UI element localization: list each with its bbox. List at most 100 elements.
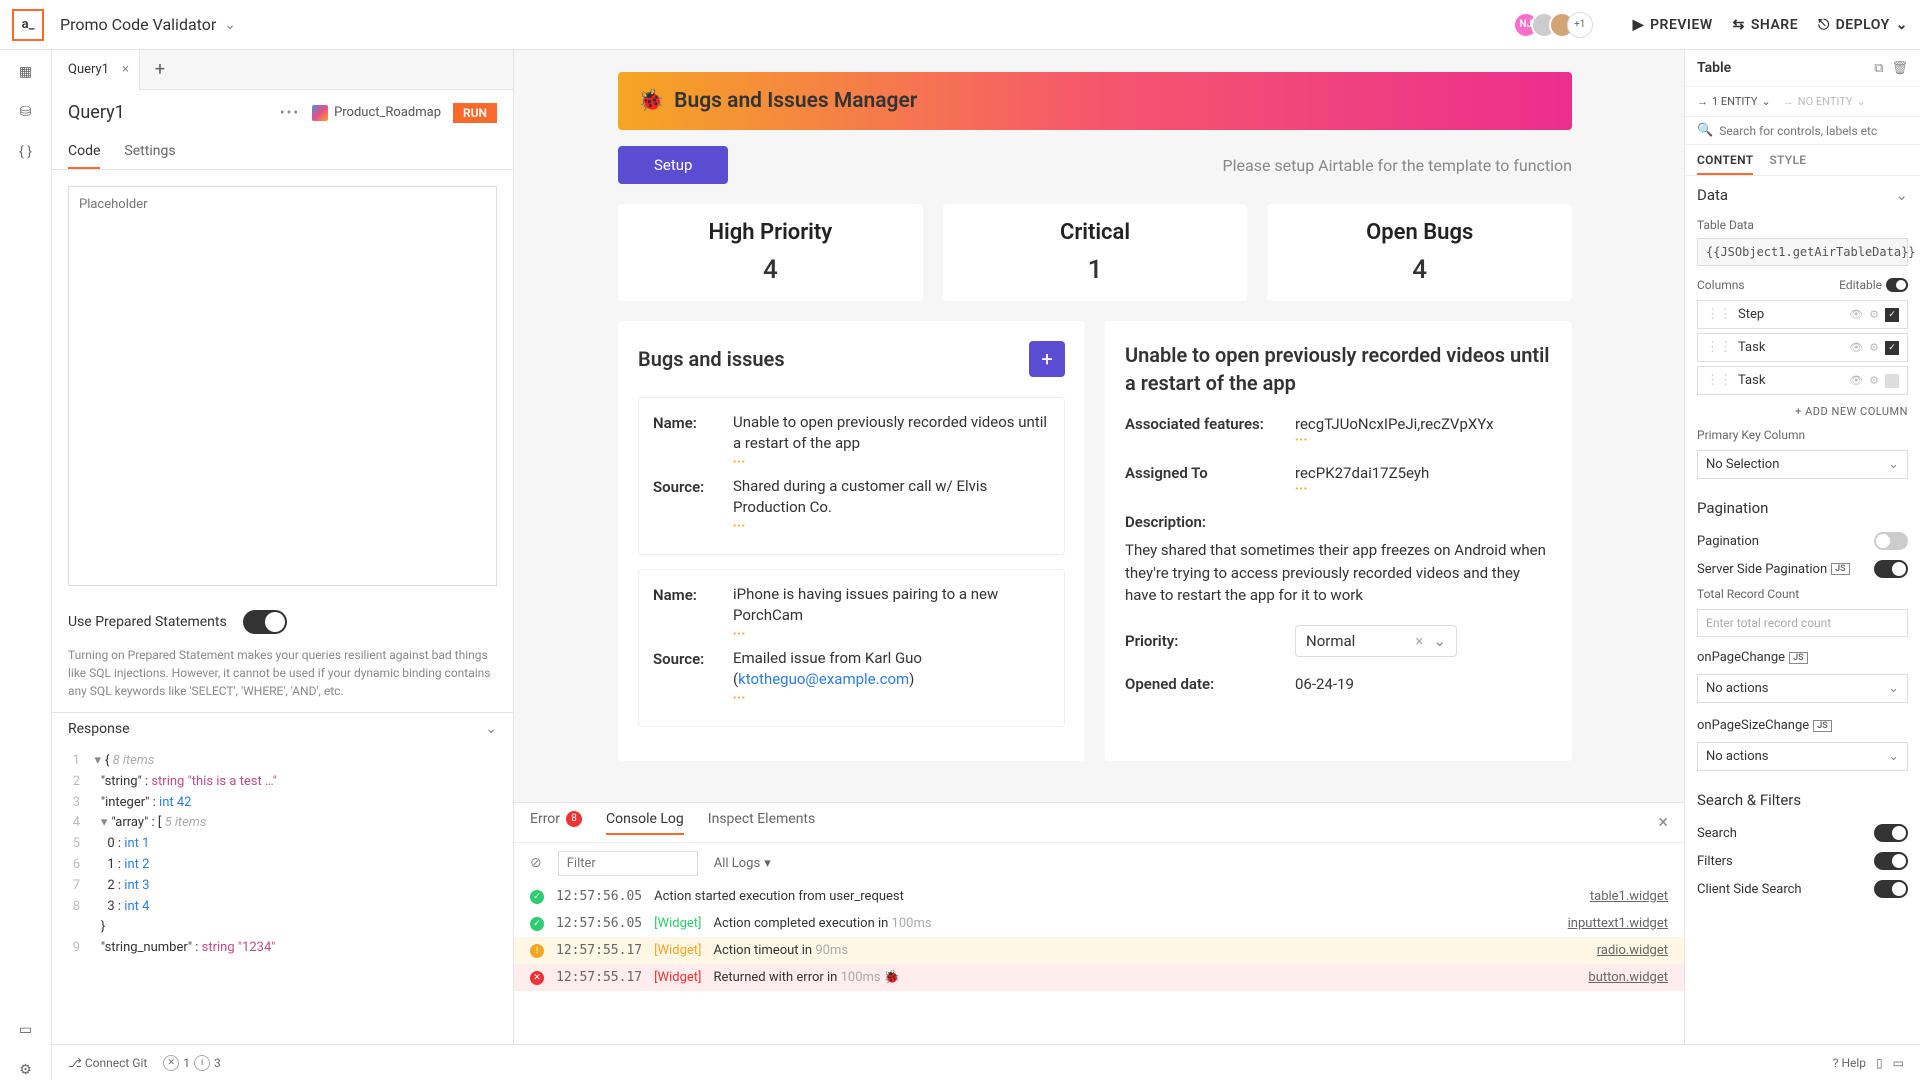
- run-button[interactable]: RUN: [453, 103, 497, 123]
- left-rail: ▦ ⛁ { } ▭ ⚙: [0, 50, 52, 1080]
- trc-input[interactable]: Enter total record count: [1697, 609, 1908, 637]
- priority-select[interactable]: Normal × ⌄: [1295, 625, 1457, 657]
- search-toggle[interactable]: [1874, 824, 1908, 842]
- add-issue-button[interactable]: +: [1029, 341, 1065, 377]
- log-source-link[interactable]: table1.widget: [1590, 889, 1668, 904]
- bug-emoji: 🐞: [638, 89, 664, 113]
- prepared-toggle[interactable]: [243, 610, 287, 634]
- stat-value: 1: [959, 255, 1232, 285]
- settings-tab[interactable]: Settings: [124, 135, 175, 169]
- setup-button[interactable]: Setup: [618, 146, 728, 184]
- clear-icon[interactable]: ⊘: [530, 855, 542, 871]
- log-source-link[interactable]: inputtext1.widget: [1568, 916, 1668, 931]
- response-header[interactable]: Response ⌄: [52, 712, 513, 745]
- add-tab-button[interactable]: +: [140, 50, 180, 90]
- eye-icon[interactable]: 👁: [1849, 374, 1863, 387]
- docs-icon[interactable]: ▭: [16, 1020, 36, 1040]
- page-icon[interactable]: ▦: [16, 62, 36, 82]
- pagination-section[interactable]: Pagination: [1685, 489, 1920, 527]
- app-menu-chevron[interactable]: ⌄: [224, 17, 236, 33]
- avatar-stack: NJ +1: [1521, 12, 1593, 38]
- issue-item[interactable]: Name:iPhone is having issues pairing to …: [638, 569, 1065, 727]
- status-bar: ⎇ Connect Git ✕1 i3 ? Help ▯ ▭: [52, 1044, 1920, 1080]
- data-section[interactable]: Data⌄: [1685, 176, 1920, 214]
- deploy-button[interactable]: ⎋ DEPLOY ⌄: [1818, 17, 1908, 33]
- gear-icon[interactable]: ⚙: [1869, 308, 1879, 321]
- log-source-link[interactable]: button.widget: [1588, 970, 1668, 985]
- drag-handle-icon[interactable]: ⋮⋮: [1706, 307, 1732, 322]
- log-source-link[interactable]: radio.widget: [1597, 943, 1668, 958]
- editable-toggle[interactable]: [1886, 278, 1908, 292]
- pagination-toggle[interactable]: [1874, 532, 1908, 550]
- ssp-toggle[interactable]: [1874, 560, 1908, 578]
- query-title: Query1: [68, 102, 268, 123]
- pk-select[interactable]: No Selection⌄: [1697, 450, 1908, 479]
- style-tab[interactable]: STYLE: [1769, 153, 1806, 175]
- eye-icon[interactable]: 👁: [1849, 341, 1863, 354]
- app-name: Promo Code Validator: [60, 15, 216, 34]
- column-check[interactable]: ✓: [1885, 341, 1899, 355]
- close-icon[interactable]: ×: [1658, 812, 1668, 833]
- gear-icon[interactable]: ⚙: [1869, 341, 1879, 354]
- copy-icon[interactable]: ⧉: [1874, 61, 1883, 76]
- eye-icon[interactable]: 👁: [1849, 308, 1863, 321]
- property-search-input[interactable]: [1719, 124, 1908, 138]
- issues-card: Bugs and issues + Name:Unable to open pr…: [618, 321, 1085, 761]
- log-row: ! 12:57:55.17 [Widget] Action timeout in…: [514, 937, 1684, 964]
- status-badge[interactable]: ✕: [163, 1055, 179, 1071]
- status-badge[interactable]: i: [194, 1055, 210, 1071]
- column-item[interactable]: ⋮⋮ Task 👁⚙ ✓: [1697, 333, 1908, 362]
- panel-title: Table: [1697, 60, 1731, 76]
- close-icon[interactable]: ×: [122, 62, 129, 77]
- preview-button[interactable]: ▶ PREVIEW: [1633, 17, 1713, 33]
- issue-item[interactable]: Name:Unable to open previously recorded …: [638, 397, 1065, 555]
- layout-icon[interactable]: ▯: [1876, 1056, 1883, 1070]
- delete-icon[interactable]: 🗑: [1891, 61, 1908, 76]
- column-check[interactable]: ✓: [1885, 374, 1899, 388]
- clear-icon[interactable]: ×: [1415, 632, 1423, 650]
- log-row: ✓ 12:57:56.05 Action started execution f…: [514, 883, 1684, 910]
- error-tab[interactable]: Error 8: [530, 811, 582, 835]
- avatar-more[interactable]: +1: [1567, 12, 1593, 38]
- filters-toggle[interactable]: [1874, 852, 1908, 870]
- layout-icon[interactable]: ▭: [1893, 1056, 1904, 1070]
- json-response: 1 ▾{ 8 items2 "string" : string "this is…: [52, 745, 513, 965]
- query-editor[interactable]: [68, 186, 497, 586]
- status-icon: ✓: [530, 917, 544, 931]
- column-item[interactable]: ⋮⋮ Step 👁⚙ ✓: [1697, 300, 1908, 329]
- opsc-select[interactable]: No actions⌄: [1697, 742, 1908, 771]
- no-entity-chip[interactable]: → NO ENTITY ⌄: [1783, 95, 1866, 108]
- entity-chip[interactable]: → 1 ENTITY ⌄: [1697, 95, 1771, 108]
- status-icon: ✓: [530, 890, 544, 904]
- help-button[interactable]: ? Help: [1833, 1056, 1866, 1070]
- gear-icon[interactable]: ⚙: [1869, 374, 1879, 387]
- drag-handle-icon[interactable]: ⋮⋮: [1706, 373, 1732, 388]
- column-item[interactable]: ⋮⋮ Task 👁⚙ ✓: [1697, 366, 1908, 395]
- content-tab[interactable]: CONTENT: [1697, 153, 1753, 175]
- canvas: 🐞 Bugs and Issues Manager Setup Please s…: [514, 50, 1684, 1044]
- js-icon[interactable]: { }: [16, 142, 36, 162]
- table-data-input[interactable]: {{JSObject1.getAirTableData}}: [1697, 238, 1908, 266]
- add-column-button[interactable]: + ADD NEW COLUMN: [1685, 399, 1920, 424]
- more-icon[interactable]: •••: [280, 105, 300, 121]
- column-check[interactable]: ✓: [1885, 308, 1899, 322]
- opc-select[interactable]: No actions⌄: [1697, 674, 1908, 703]
- query-panel: Query1 × + Query1 ••• Product_Roadmap RU…: [52, 50, 514, 1044]
- filter-input[interactable]: [558, 851, 698, 876]
- css-toggle[interactable]: [1874, 880, 1908, 898]
- datasource-chip[interactable]: Product_Roadmap: [312, 105, 441, 121]
- search-filters-section[interactable]: Search & Filters: [1685, 781, 1920, 819]
- console-log-tab[interactable]: Console Log: [606, 811, 684, 835]
- log-level-select[interactable]: All Logs▾: [714, 856, 771, 871]
- query-tab[interactable]: Query1 ×: [52, 50, 140, 90]
- code-tab[interactable]: Code: [68, 135, 100, 169]
- datasource-icon[interactable]: ⛁: [16, 102, 36, 122]
- stat-label: High Priority: [634, 220, 907, 245]
- chevron-down-icon[interactable]: ⌄: [1433, 632, 1446, 650]
- connect-git-button[interactable]: ⎇ Connect Git: [68, 1056, 147, 1070]
- drag-handle-icon[interactable]: ⋮⋮: [1706, 340, 1732, 355]
- share-button[interactable]: ⇆ SHARE: [1733, 17, 1798, 33]
- settings-icon[interactable]: ⚙: [16, 1060, 36, 1080]
- inspect-tab[interactable]: Inspect Elements: [708, 811, 815, 835]
- stat-card: High Priority4: [618, 204, 923, 301]
